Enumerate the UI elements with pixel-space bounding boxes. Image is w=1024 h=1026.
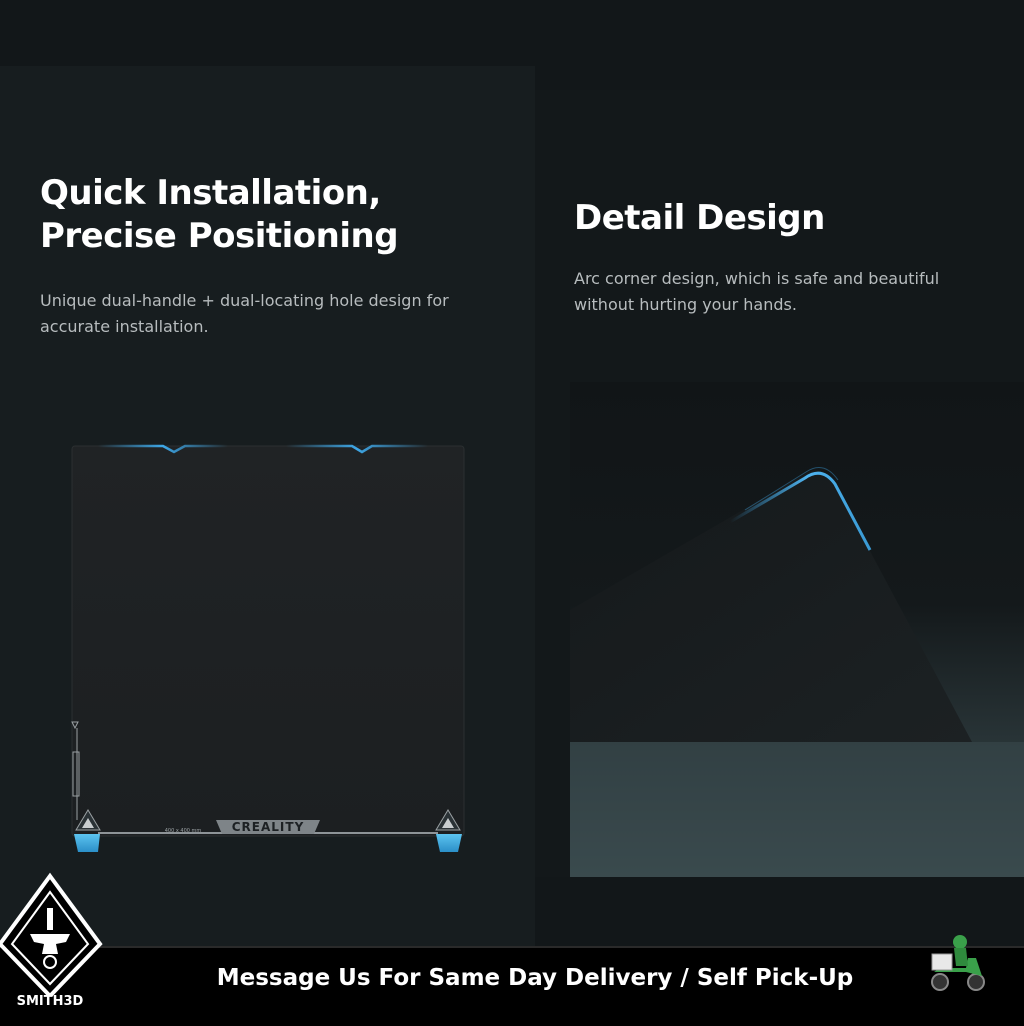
quick-installation-heading: Quick Installation, Precise Positioning (40, 172, 510, 258)
description-line-2: accurate installation. (40, 317, 209, 336)
arc-corner-detail-image (570, 382, 1024, 877)
footer-bar: Message Us For Same Day Delivery / Self … (0, 946, 1024, 1026)
smith3d-logo: SMITH3D (0, 872, 120, 1024)
anvil-logo-icon (0, 872, 103, 999)
heading-line-2: Precise Positioning (40, 216, 399, 256)
description-line-1: Arc corner design, which is safe and bea… (574, 269, 940, 288)
creality-brand-label: CREALITY (232, 820, 305, 834)
delivery-message: Message Us For Same Day Delivery / Self … (216, 965, 854, 991)
detail-design-heading: Detail Design (574, 198, 825, 238)
plate-size-label: 400 x 400 mm (165, 828, 202, 834)
scooter-delivery-icon (931, 935, 985, 991)
build-plate-illustration: CREALITY 400 x 400 mm (71, 444, 465, 852)
description-line-1: Unique dual-handle + dual-locating hole … (40, 291, 449, 310)
build-plate-image: CREALITY 400 x 400 mm (58, 430, 478, 860)
heading-line-1: Quick Installation, (40, 173, 381, 213)
quick-installation-description: Unique dual-handle + dual-locating hole … (40, 288, 480, 340)
delivery-scooter-icon (926, 928, 990, 994)
description-line-2: without hurting your hands. (574, 295, 797, 314)
logo-name: SMITH3D (16, 994, 84, 1009)
detail-design-description: Arc corner design, which is safe and bea… (574, 266, 974, 318)
arc-corner-illustration (570, 382, 1024, 877)
